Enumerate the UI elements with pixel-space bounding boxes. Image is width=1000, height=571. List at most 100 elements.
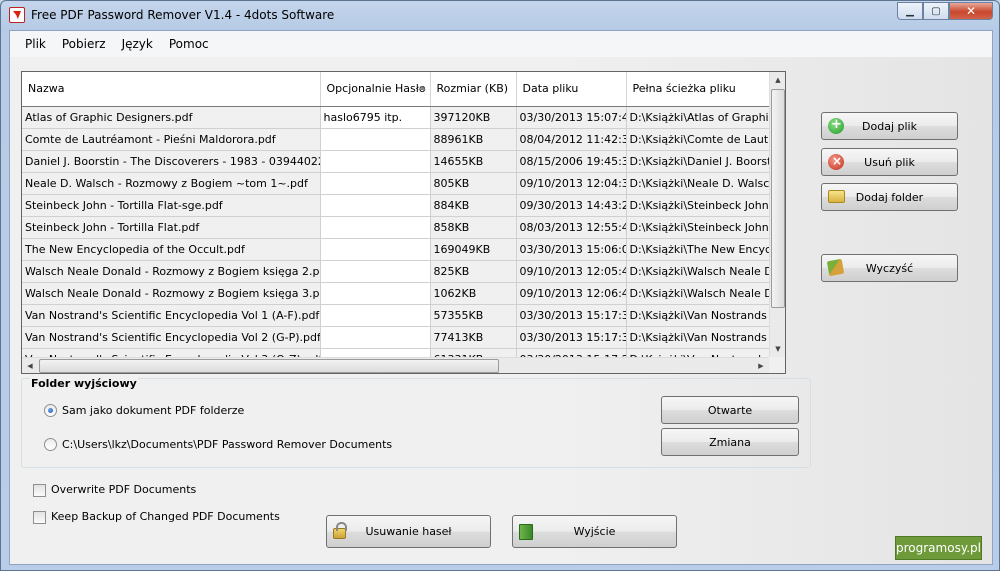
radio-same-folder[interactable] [44,404,57,417]
table-cell: 805KB [430,172,517,195]
menu-help[interactable]: Pomoc [161,37,217,51]
column-header-date[interactable]: Data pliku [516,72,627,107]
broom-icon [826,258,845,277]
column-header-password[interactable]: Opcjonalnie Hasło [320,72,431,107]
table-row[interactable]: Van Nostrand's Scientific Encyclopedia V… [22,326,770,349]
table-cell: 397120KB [430,106,517,129]
table-cell: 77413KB [430,326,517,349]
table-cell: Neale D. Walsch - Rozmowy z Bogiem ~tom … [22,172,321,195]
table-row[interactable]: Steinbeck John - Tortilla Flat.pdf 858KB 0… [22,216,770,239]
exit-door-icon [519,523,533,540]
open-label: Otwarte [707,403,753,417]
table-cell: 169049KB [430,238,517,261]
add-file-label: Dodaj plik [862,119,917,133]
add-folder-label: Dodaj folder [855,190,924,204]
menu-language[interactable]: Język [114,37,161,51]
exit-label: Wyjście [573,525,616,538]
table-cell: 09/30/2013 14:43:27 [516,194,627,217]
radio-same-folder-label[interactable]: Sam jako dokument PDF folderze [62,404,244,417]
keep-backup-checkbox[interactable] [33,511,46,524]
exit-button[interactable]: Wyjście [512,515,677,548]
column-header-name[interactable]: Nazwa [22,72,321,107]
password-cell[interactable] [320,216,431,239]
file-grid[interactable]: Nazwa Opcjonalnie Hasło Rozmiar (KB) Dat… [21,71,786,374]
table-cell: Daniel J. Boorstin - The Discoverers - 1… [22,150,321,173]
table-cell: 08/04/2012 11:42:35 [516,128,627,151]
table-cell: 09/10/2013 12:05:41 [516,260,627,283]
file-table: Nazwa Opcjonalnie Hasło Rozmiar (KB) Dat… [22,72,770,371]
table-cell: D:\Książki\Daniel J. Boorstin [626,150,770,173]
add-file-button[interactable]: Dodaj plik [821,112,958,140]
table-cell: 09/10/2013 12:04:30 [516,172,627,195]
table-cell: D:\Książki\Van Nostrands Sc [626,304,770,327]
table-cell: 57355KB [430,304,517,327]
password-cell[interactable] [320,282,431,305]
change-label: Zmiana [709,435,751,449]
scroll-up-icon[interactable]: ▲ [770,72,785,88]
column-header-path[interactable]: Pełna ścieżka pliku [626,72,770,107]
table-cell: 08/03/2013 12:55:42 [516,216,627,239]
table-cell: Van Nostrand's Scientific Encyclopedia V… [22,326,321,349]
password-cell[interactable] [320,304,431,327]
keep-backup-label[interactable]: Keep Backup of Changed PDF Documents [51,510,280,523]
minimize-button[interactable]: ▁ [897,2,923,20]
client-area: Plik Pobierz Język Pomoc Nazwa Opcjonaln… [9,30,993,565]
overwrite-checkbox[interactable] [33,484,46,497]
password-cell[interactable]: haslo6795 itp. [320,106,431,129]
column-header-password-label: Opcjonalnie Hasło [326,81,426,95]
window-title: Free PDF Password Remover V1.4 - 4dots S… [31,8,335,22]
table-row[interactable]: Neale D. Walsch - Rozmowy z Bogiem ~tom … [22,172,770,195]
password-cell[interactable] [320,172,431,195]
menu-bar: Plik Pobierz Język Pomoc [10,31,992,57]
table-row[interactable]: Steinbeck John - Tortilla Flat-sge.pdf 88… [22,194,770,217]
output-folder-title: Folder wyjściowy [30,377,138,390]
clear-button[interactable]: Wyczyść [821,254,958,282]
password-cell[interactable] [320,128,431,151]
table-row[interactable]: Daniel J. Boorstin - The Discoverers - 1… [22,150,770,173]
table-row[interactable]: The New Encyclopedia of the Occult.pdf 16… [22,238,770,261]
horizontal-scrollbar[interactable]: ◀ ▶ [22,357,769,373]
table-row[interactable]: Walsch Neale Donald - Rozmowy z Bogiem k… [22,282,770,305]
scroll-left-icon[interactable]: ◀ [22,358,38,373]
table-cell: Steinbeck John - Tortilla Flat-sge.pdf [22,194,321,217]
password-cell[interactable] [320,194,431,217]
add-folder-button[interactable]: Dodaj folder [821,183,958,211]
table-row[interactable]: Walsch Neale Donald - Rozmowy z Bogiem k… [22,260,770,283]
password-cell[interactable] [320,326,431,349]
change-button[interactable]: Zmiana [661,428,799,456]
table-row[interactable]: Van Nostrand's Scientific Encyclopedia V… [22,304,770,327]
open-button[interactable]: Otwarte [661,396,799,424]
remove-passwords-button[interactable]: Usuwanie haseł [326,515,491,548]
table-cell: 03/30/2013 15:06:04 [516,238,627,261]
column-header-size[interactable]: Rozmiar (KB) [430,72,517,107]
overwrite-label[interactable]: Overwrite PDF Documents [51,483,196,496]
title-bar[interactable]: Free PDF Password Remover V1.4 - 4dots S… [1,1,999,29]
table-cell: 03/30/2013 15:17:39 [516,304,627,327]
table-cell: 03/30/2013 15:07:47 [516,106,627,129]
app-window: Free PDF Password Remover V1.4 - 4dots S… [0,0,1000,571]
plus-icon [828,117,844,134]
password-cell[interactable] [320,260,431,283]
menu-download[interactable]: Pobierz [54,37,114,51]
scroll-right-icon[interactable]: ▶ [753,358,769,373]
vertical-scrollbar[interactable]: ▲ ▼ [769,72,785,357]
table-body: Atlas of Graphic Designers.pdf haslo6795 … [22,106,770,371]
table-cell: 858KB [430,216,517,239]
table-row[interactable]: Atlas of Graphic Designers.pdf haslo6795 … [22,106,770,129]
table-cell: D:\Książki\Neale D. Walsch [626,172,770,195]
horizontal-scroll-thumb[interactable] [39,359,499,373]
table-row[interactable]: Comte de Lautréamont - Pieśni Maldorora.… [22,128,770,151]
maximize-button[interactable]: ▢ [923,2,949,20]
remove-file-label: Usuń plik [864,155,915,169]
close-button[interactable]: ✕ [949,2,993,20]
remove-icon [828,154,844,170]
menu-file[interactable]: Plik [17,37,54,51]
radio-custom-folder[interactable] [44,438,57,451]
scroll-down-icon[interactable]: ▼ [770,341,785,357]
radio-custom-folder-label[interactable]: C:\Users\lkz\Documents\PDF Password Remo… [62,438,392,451]
password-cell[interactable] [320,150,431,173]
vertical-scroll-thumb[interactable] [771,89,785,308]
unlock-icon [333,521,347,539]
password-cell[interactable] [320,238,431,261]
remove-file-button[interactable]: Usuń plik [821,148,958,176]
